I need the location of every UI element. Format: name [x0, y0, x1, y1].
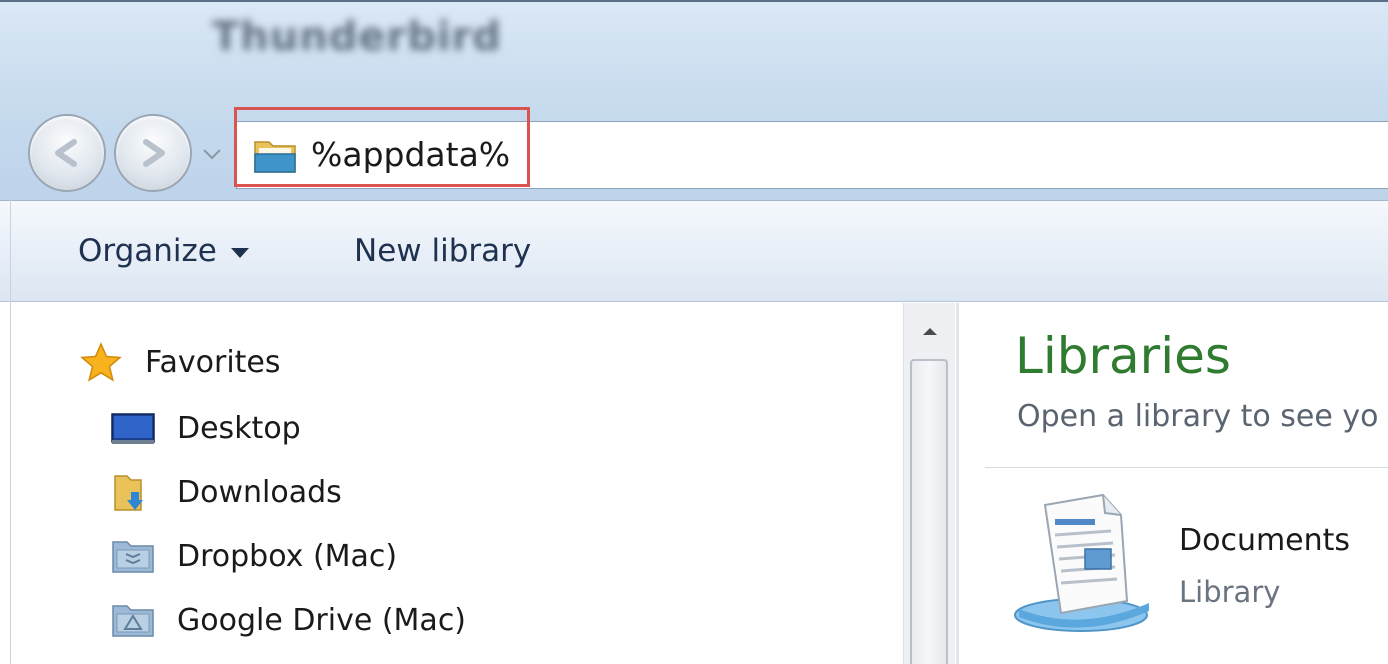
desktop-icon [111, 413, 155, 444]
address-path-text: %appdata% [311, 135, 511, 174]
google-drive-folder-icon [112, 605, 154, 637]
forward-arrow-icon [143, 139, 165, 167]
library-item-type: Library [1179, 575, 1281, 609]
tree-item-dropbox[interactable]: Dropbox (Mac) [111, 533, 397, 579]
navigation-pane: Favorites Desktop Downloads Dropbox (Mac… [11, 303, 903, 664]
window-chrome: Thunderbird %appdata% [0, 0, 1388, 200]
command-toolbar: Organize New library [0, 200, 1388, 302]
tree-item-label: Desktop [177, 410, 301, 446]
page-title: Libraries [1015, 327, 1231, 385]
new-library-button[interactable]: New library [354, 229, 531, 273]
recent-pages-chevron-down-icon[interactable] [200, 142, 224, 166]
tree-item-desktop[interactable]: Desktop [111, 405, 301, 451]
star-icon [80, 342, 122, 382]
page-subtitle: Open a library to see yo [1017, 399, 1379, 434]
content-pane: Libraries Open a library to see yo Docum… [959, 303, 1388, 664]
forward-button[interactable] [114, 114, 192, 192]
scroll-up-arrow-icon[interactable] [920, 325, 940, 337]
library-item-name: Documents [1179, 523, 1351, 558]
tree-item-google-drive[interactable]: Google Drive (Mac) [111, 597, 466, 643]
tree-item-label: Downloads [177, 474, 342, 510]
scrollbar-thumb[interactable] [910, 359, 948, 664]
organize-button[interactable]: Organize [78, 229, 249, 273]
downloads-folder-icon [114, 475, 143, 511]
dropbox-folder-icon [112, 541, 154, 573]
header-separator [985, 467, 1388, 468]
folder-icon [254, 141, 296, 173]
window-title: Thunderbird [212, 14, 502, 60]
organize-dropdown-caret-icon [230, 247, 249, 258]
navigation-scrollbar[interactable] [903, 303, 955, 664]
tree-item-label: Favorites [145, 344, 281, 380]
tree-item-downloads[interactable]: Downloads [111, 469, 342, 515]
organize-label: Organize [78, 233, 217, 269]
tree-item-label: Dropbox (Mac) [177, 538, 398, 574]
tree-item-favorites[interactable]: Favorites [79, 339, 281, 385]
back-button[interactable] [28, 114, 106, 192]
tree-item-label: Google Drive (Mac) [177, 602, 467, 638]
back-arrow-icon [55, 139, 77, 167]
documents-library-icon [1014, 493, 1149, 632]
address-bar[interactable]: %appdata% [236, 121, 1388, 189]
navigation-buttons [22, 114, 232, 192]
